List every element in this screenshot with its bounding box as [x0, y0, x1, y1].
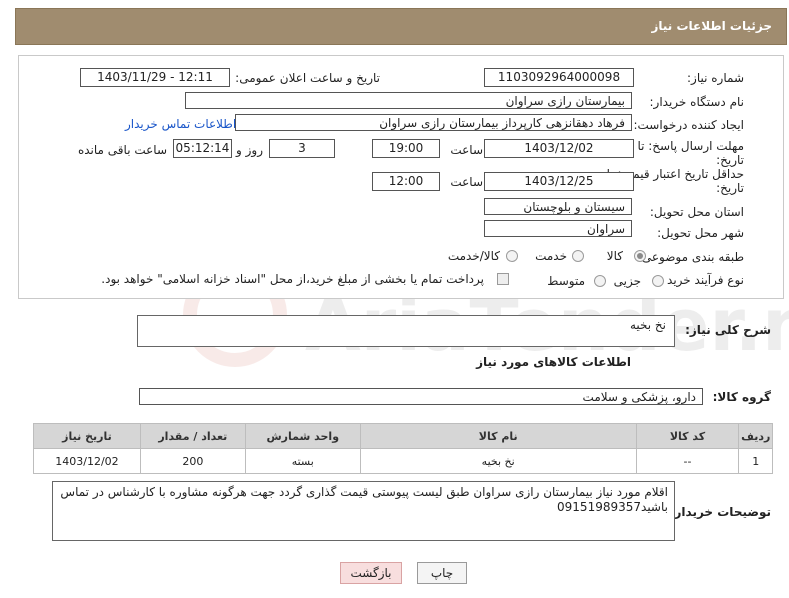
summary-label: شرح کلی نیاز:	[685, 323, 771, 337]
col-header-row-number: ردیف	[738, 423, 773, 449]
category-goods-radio[interactable]	[634, 250, 646, 262]
remaining-days-field: 3	[269, 139, 335, 158]
cell-row-number: 1	[738, 448, 773, 474]
deadline-time-field: 19:00	[372, 139, 440, 158]
city-field: سراوان	[484, 220, 632, 237]
back-button[interactable]: بازگشت	[340, 562, 402, 584]
goods-section-title: اطلاعات کالاهای مورد نیاز	[476, 355, 631, 369]
process-type-label: نوع فرآیند خرید :	[659, 273, 744, 287]
price-validity-date-label: تاریخ:	[716, 181, 744, 195]
process-minor-label: جزیی	[613, 274, 641, 288]
cell-code: --	[635, 448, 740, 474]
col-header-name: نام کالا	[359, 423, 637, 449]
remaining-time-label: ساعت باقی مانده	[77, 143, 167, 157]
creator-label: ایجاد کننده درخواست:	[633, 118, 744, 132]
table-row: 1 -- نخ بخیه بسته 200 1403/12/02	[33, 448, 773, 474]
table-header-row: ردیف کد کالا نام کالا واحد شمارش تعداد /…	[33, 423, 773, 449]
col-header-code: کد کالا	[635, 423, 740, 449]
buyer-notes-text: اقلام مورد نیاز بیمارستان رازی سراوان طب…	[60, 485, 668, 514]
buyer-notes-label: توضیحات خریدار:	[669, 505, 771, 519]
category-goods-service-label: کالا/خدمت	[447, 249, 500, 263]
buyer-org-label: نام دستگاه خریدار:	[649, 95, 745, 109]
remaining-time-field: 05:12:14	[173, 139, 232, 158]
process-medium-radio[interactable]	[594, 275, 606, 287]
need-number-field: 1103092964000098	[484, 68, 634, 87]
category-goods-label: کالا	[606, 249, 623, 263]
process-minor-radio[interactable]	[652, 275, 664, 287]
treasury-payment-checkbox[interactable]	[497, 273, 509, 285]
goods-group-label: گروه کالا:	[712, 390, 771, 404]
page-title: جزئیات اطلاعات نیاز	[651, 19, 772, 33]
deadline-date-field: 1403/12/02	[484, 139, 634, 158]
process-medium-label: متوسط	[547, 274, 585, 288]
cell-name: نخ بخیه	[359, 448, 637, 474]
cell-need-date: 1403/12/02	[33, 448, 141, 474]
goods-table: ردیف کد کالا نام کالا واحد شمارش تعداد /…	[33, 423, 773, 474]
need-number-label: شماره نیاز:	[687, 71, 744, 85]
days-label: روز و	[236, 143, 263, 157]
buyer-notes-field: اقلام مورد نیاز بیمارستان رازی سراوان طب…	[52, 481, 675, 541]
col-header-quantity: تعداد / مقدار	[139, 423, 246, 449]
deadline-label: مهلت ارسال پاسخ: تا	[637, 139, 744, 153]
print-button[interactable]: چاپ	[417, 562, 467, 584]
summary-field: نخ بخیه	[137, 315, 675, 347]
price-validity-time-label: ساعت	[450, 175, 483, 189]
province-field: سیستان و بلوچستان	[484, 198, 632, 215]
announce-date-label: تاریخ و ساعت اعلان عمومی:	[235, 71, 380, 85]
buyer-org-field: بیمارستان رازی سراوان	[185, 92, 632, 109]
city-label: شهر محل تحویل:	[657, 226, 744, 240]
summary-text: نخ بخیه	[629, 318, 666, 332]
cell-quantity: 200	[139, 448, 246, 474]
treasury-payment-note: پرداخت تمام یا بخشی از مبلغ خرید،از محل …	[101, 272, 484, 286]
page-header: جزئیات اطلاعات نیاز	[15, 8, 787, 45]
buyer-contact-link[interactable]: اطلاعات تماس خریدار	[125, 117, 236, 131]
category-service-radio[interactable]	[572, 250, 584, 262]
announce-date-field: 1403/11/29 - 12:11	[80, 68, 230, 87]
deadline-date-label: تاریخ:	[716, 153, 744, 167]
category-label: طبقه بندی موضوعی:	[637, 250, 744, 264]
col-header-need-date: تاریخ نیاز	[33, 423, 141, 449]
cell-unit: بسته	[244, 448, 361, 474]
goods-group-field: دارو، پزشکی و سلامت	[139, 388, 703, 405]
creator-field: فرهاد دهقانزهی کارپرداز بیمارستان رازی س…	[235, 114, 632, 131]
col-header-unit: واحد شمارش	[244, 423, 361, 449]
province-label: استان محل تحویل:	[649, 205, 744, 219]
price-validity-date-field: 1403/12/25	[484, 172, 634, 191]
price-validity-time-field: 12:00	[372, 172, 440, 191]
category-goods-service-radio[interactable]	[506, 250, 518, 262]
deadline-time-label: ساعت	[450, 143, 483, 157]
category-service-label: خدمت	[535, 249, 567, 263]
